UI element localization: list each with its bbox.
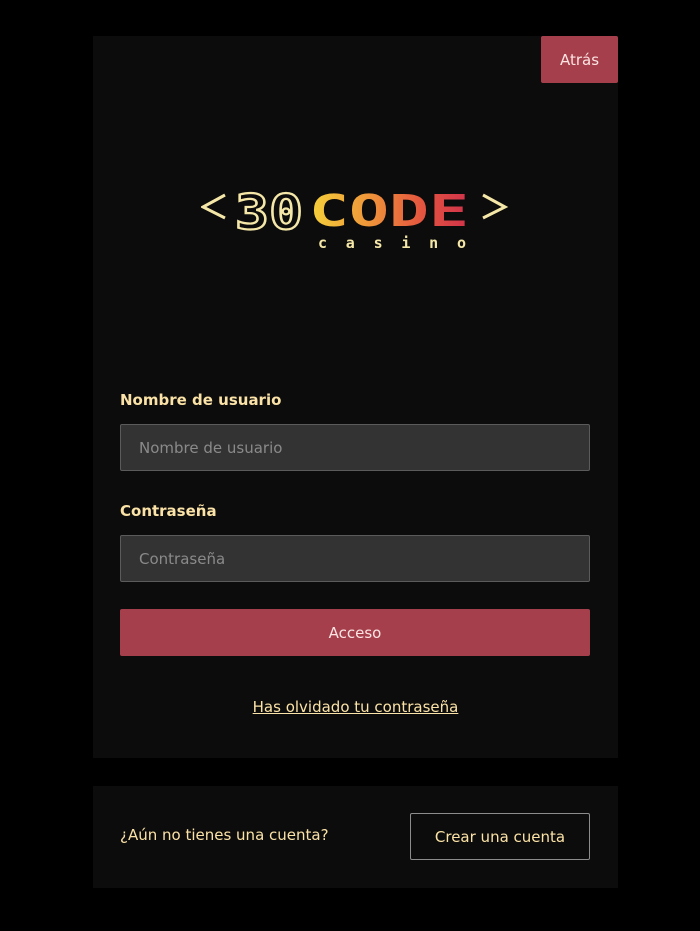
forgot-password-link[interactable]: Has olvidado tu contraseña xyxy=(93,698,618,716)
login-button[interactable]: Acceso xyxy=(120,609,590,656)
logo-number: 30 xyxy=(235,185,303,241)
logo-word: CODE xyxy=(309,186,469,237)
chevron-left-icon xyxy=(201,193,226,220)
password-label: Contraseña xyxy=(120,502,217,520)
signup-question: ¿Aún no tienes una cuenta? xyxy=(120,826,329,844)
username-input[interactable] xyxy=(120,424,590,471)
brand-logo: 30 CODE casino xyxy=(201,184,509,252)
back-button[interactable]: Atrás xyxy=(541,36,618,83)
login-panel: Atrás 30 CODE casino Nombre de usuario C… xyxy=(93,36,618,758)
chevron-right-icon xyxy=(482,193,509,220)
create-account-button[interactable]: Crear una cuenta xyxy=(410,813,590,860)
password-input[interactable] xyxy=(120,535,590,582)
username-label: Nombre de usuario xyxy=(120,391,282,409)
signup-panel: ¿Aún no tienes una cuenta? Crear una cue… xyxy=(93,786,618,888)
